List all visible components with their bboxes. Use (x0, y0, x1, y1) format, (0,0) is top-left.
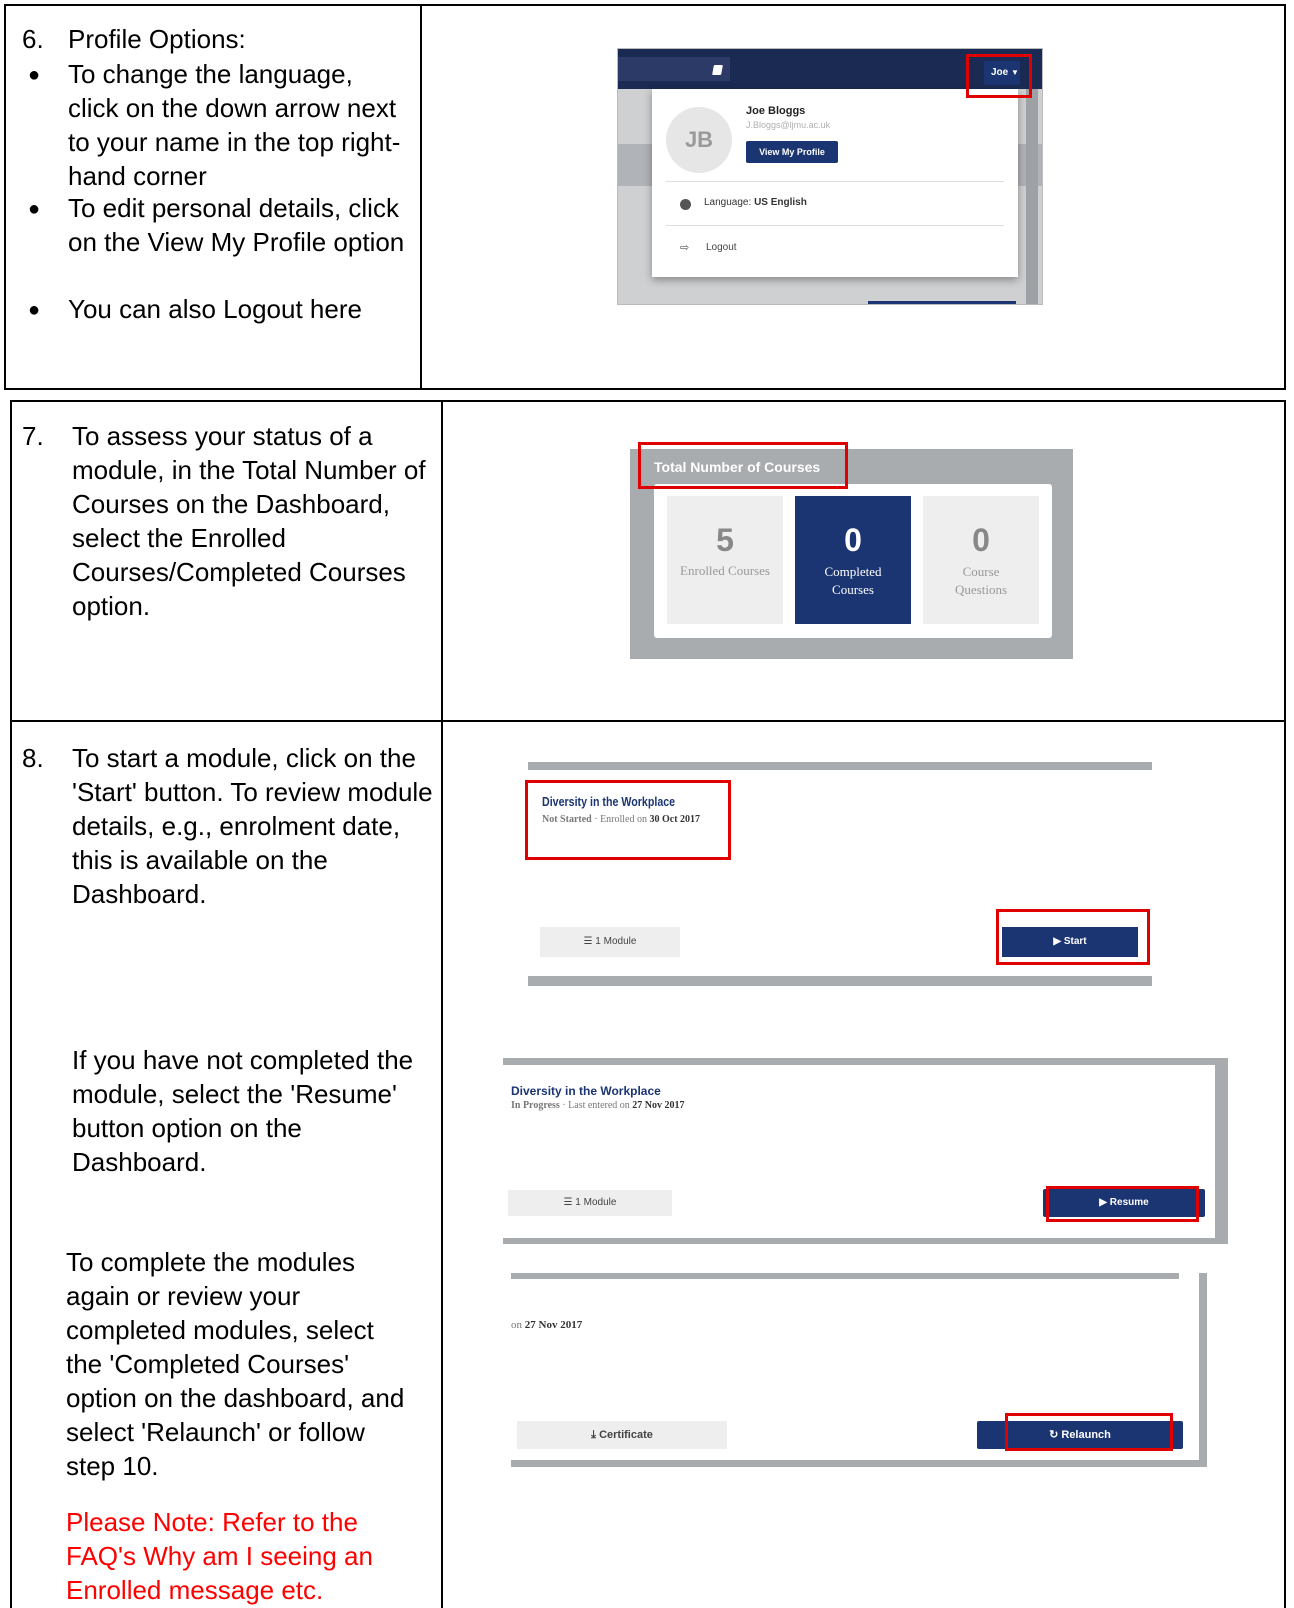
certificate-button[interactable]: ⤓ Certificate (517, 1421, 727, 1449)
divider (666, 225, 1004, 226)
row8-paragraph-2: If you have not completed the module, se… (72, 1045, 414, 1177)
avatar-initials: JB (684, 127, 714, 152)
list-icon: ☰ (563, 1197, 573, 1208)
book-icon (712, 65, 723, 75)
tile-value: 5 (716, 522, 734, 558)
language-item[interactable]: Language: US English (704, 197, 807, 208)
modules-label: 1 Module (575, 1197, 617, 1208)
scroll-rail (1026, 89, 1038, 304)
certificate-label: Certificate (599, 1429, 653, 1441)
faq-note: Please Note: Refer to the FAQ's Why am I… (66, 1507, 373, 1605)
divider (666, 181, 1004, 182)
tile-completed-courses[interactable]: 0 Completed Courses (795, 496, 911, 624)
tile-enrolled-courses[interactable]: 5 Enrolled Courses (667, 496, 783, 624)
bottom-border (528, 976, 1152, 986)
logout-item[interactable]: Logout (706, 242, 737, 253)
user-menu-highlight (966, 54, 1032, 98)
tile-label: Course Questions (955, 564, 1007, 597)
profile-email: J.Bloggs@ljmu.ac.uk (746, 120, 831, 130)
language-label: Language: (704, 197, 752, 208)
completed-meta: on 27 Nov 2017 (511, 1319, 582, 1331)
start-button-highlight (996, 909, 1150, 965)
course-meta: In Progress · Last entered on 27 Nov 201… (511, 1100, 685, 1111)
right-border (1215, 1058, 1228, 1244)
tile-value: 0 (844, 522, 862, 558)
entered-prefix: Last entered on (568, 1100, 630, 1111)
resume-button-highlight (1046, 1186, 1199, 1222)
bottom-border (511, 1460, 1207, 1467)
entered-date: 27 Nov 2017 (632, 1100, 685, 1111)
course-info-highlight (525, 780, 731, 860)
summary-title-highlight (638, 442, 848, 489)
modules-button[interactable]: ☰ 1 Module (540, 927, 680, 957)
dropdown-panel: JB Joe Bloggs J.Bloggs@ljmu.ac.uk View M… (652, 89, 1018, 277)
course-status: In Progress (511, 1100, 560, 1111)
tile-course-questions[interactable]: 0 Course Questions (923, 496, 1039, 624)
list-icon: ☰ (583, 936, 593, 947)
top-border (503, 1058, 1228, 1065)
date-prefix: on (511, 1319, 522, 1331)
tile-label: Completed Courses (824, 564, 882, 597)
right-border (1199, 1273, 1207, 1467)
language-value: US English (754, 197, 807, 208)
top-border (528, 762, 1152, 770)
globe-icon (680, 199, 691, 210)
tile-label: Enrolled Courses (680, 563, 770, 578)
modules-label: 1 Module (595, 936, 637, 947)
profile-name: Joe Bloggs (746, 105, 806, 117)
view-profile-button[interactable]: View My Profile (746, 141, 838, 163)
row8-paragraph-1: To start a module, click on the 'Start' … (72, 743, 433, 909)
logout-icon: ⇨ (680, 242, 690, 254)
completed-date: 27 Nov 2017 (524, 1319, 583, 1331)
bottom-line (868, 301, 1016, 304)
modules-button[interactable]: ☰ 1 Module (508, 1190, 672, 1216)
download-icon: ⤓ (591, 1429, 596, 1441)
top-border (511, 1273, 1179, 1279)
row8-paragraph-3: To complete the modules again or review … (66, 1247, 405, 1481)
relaunch-button-highlight (1005, 1413, 1173, 1451)
avatar: JB (666, 107, 732, 173)
row8-number: 8. (22, 743, 44, 773)
row8-text: 8. To start a module, click on the 'Star… (0, 0, 445, 1608)
tile-value: 0 (972, 522, 990, 558)
course-title: Diversity in the Workplace (511, 1084, 661, 1098)
bottom-border (503, 1238, 1228, 1244)
